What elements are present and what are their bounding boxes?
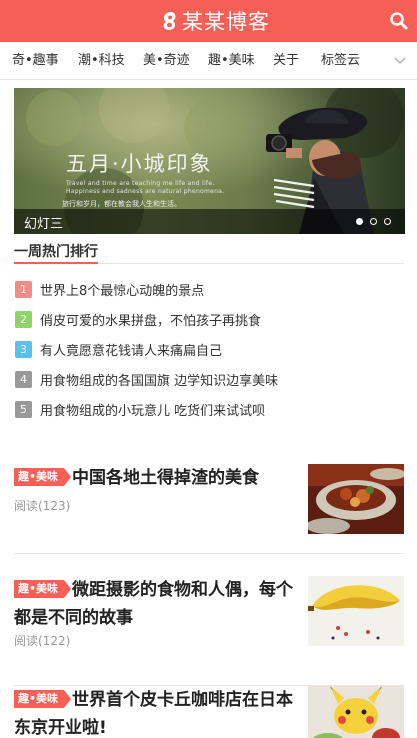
slide-subtitle-en-2: Happiness and sadness are natural phenom… (66, 188, 225, 195)
ranking-item[interactable]: 5 用食物组成的小玩意儿 吃货们来试试呗 (15, 400, 265, 419)
ranking-number: 3 (15, 340, 32, 358)
article-title[interactable]: 中国各地土得掉渣的美食 (72, 468, 259, 488)
article-item[interactable]: 趣•美味 世界首个皮卡丘咖啡店在日本东京开业啦! (14, 686, 404, 738)
ranking-item[interactable]: 4 用食物组成的各国国旗 边学知识边享美味 (15, 370, 278, 389)
ranking-header: 一周热门排行 (14, 244, 404, 264)
slide-title: 五月·小城印象 (66, 152, 213, 176)
slide-caption: 幻灯三 (24, 217, 64, 232)
ranking-title: 一周热门排行 (14, 244, 98, 264)
article-item[interactable]: 趣•美味 中国各地土得掉渣的美食 阅读(123) (14, 464, 404, 554)
ranking-item[interactable]: 1 世界上8个最惊心动魄的景点 (15, 280, 204, 299)
slider-dot-2[interactable] (370, 218, 377, 225)
slider-dot-1[interactable] (356, 218, 363, 225)
ranking-link[interactable]: 有人竟愿意花钱请人来痛扁自己 (40, 340, 222, 359)
article-title-block[interactable]: 趣•美味 中国各地土得掉渣的美食 (14, 464, 302, 492)
ranking-link[interactable]: 用食物组成的小玩意儿 吃货们来试试呗 (40, 400, 265, 419)
article-thumbnail[interactable] (308, 464, 404, 534)
article-thumbnail[interactable] (308, 686, 404, 738)
chevron-down-icon[interactable] (393, 54, 407, 68)
logo-icon (163, 12, 176, 30)
category-tag[interactable]: 趣•美味 (14, 468, 72, 486)
ranking-number: 5 (15, 400, 32, 418)
search-icon[interactable] (389, 11, 409, 31)
category-tag[interactable]: 趣•美味 (14, 580, 72, 598)
ranking-number: 4 (15, 370, 32, 388)
slide-subtitle-cn: 旅行和岁月，都在教会我人生和生活。 (62, 200, 181, 208)
article-thumbnail[interactable] (308, 576, 404, 646)
read-count: 阅读(123) (14, 499, 71, 513)
nav-item-qi-qushi[interactable]: 奇•趣事 (12, 42, 59, 80)
category-tag[interactable]: 趣•美味 (14, 690, 72, 708)
nav-item-chao-keji[interactable]: 潮•科技 (78, 42, 125, 80)
ranking-number: 1 (15, 280, 32, 298)
nav-item-about[interactable]: 关于 (273, 42, 299, 80)
article-title-block[interactable]: 趣•美味 世界首个皮卡丘咖啡店在日本东京开业啦! (14, 686, 302, 738)
slide-subtitle-en-1: Travel and time are teaching me life and… (66, 180, 215, 187)
ranking-link[interactable]: 世界上8个最惊心动魄的景点 (40, 280, 204, 299)
article-item[interactable]: 趣•美味 微距摄影的食物和人偶，每个都是不同的故事 阅读(122) (14, 576, 404, 686)
site-logo[interactable]: 某某博客 (159, 6, 270, 36)
ranking-link[interactable]: 俏皮可爱的水果拼盘，不怕孩子再挑食 (40, 310, 261, 329)
ranking-number: 2 (15, 310, 32, 328)
ranking-link[interactable]: 用食物组成的各国国旗 边学知识边享美味 (40, 370, 278, 389)
read-count: 阅读(122) (14, 634, 71, 648)
site-logo-text: 某某博客 (182, 10, 270, 34)
ranking-item[interactable]: 3 有人竟愿意花钱请人来痛扁自己 (15, 340, 222, 359)
article-title-block[interactable]: 趣•美味 微距摄影的食物和人偶，每个都是不同的故事 (14, 576, 302, 632)
category-nav: 奇•趣事 潮•科技 美•奇迹 趣•美味 关于 标签云 (0, 42, 417, 80)
slide-caption-bar: 幻灯三 (14, 209, 405, 234)
slider-dot-3[interactable] (384, 218, 391, 225)
ranking-item[interactable]: 2 俏皮可爱的水果拼盘，不怕孩子再挑食 (15, 310, 261, 329)
nav-item-mei-qiji[interactable]: 美•奇迹 (143, 42, 190, 80)
app-header: 某某博客 (0, 0, 417, 42)
image-slider[interactable]: 五月·小城印象 Travel and time are teaching me … (14, 88, 405, 234)
nav-item-qu-meiwei[interactable]: 趣•美味 (208, 42, 255, 80)
nav-item-tag-cloud[interactable]: 标签云 (321, 42, 360, 80)
